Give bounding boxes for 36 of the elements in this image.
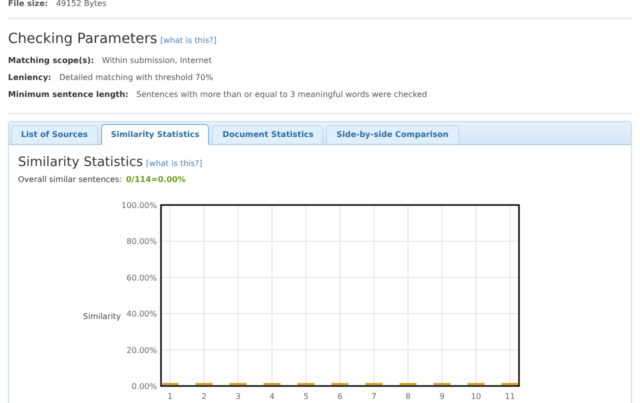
axis-label: 4	[269, 392, 275, 401]
tab[interactable]: Document Statistics	[212, 125, 324, 144]
field-label: File size:	[8, 0, 48, 8]
axis-label: 20.00%	[126, 346, 157, 355]
axis-label: 40.00%	[126, 310, 157, 319]
section-title: Checking Parameters	[8, 30, 158, 49]
field-value: 49152 Bytes	[56, 0, 106, 8]
section-title: Similarity Statistics	[18, 154, 144, 172]
axis-label: 2	[201, 392, 207, 401]
axis-label: 6	[337, 392, 343, 401]
axis-label: 11	[504, 392, 516, 401]
axis-label: 7	[371, 392, 377, 401]
axis-label: 100.00%	[121, 201, 157, 210]
field-label: Leniency:	[8, 72, 52, 84]
axis-label: 3	[235, 392, 241, 401]
axis-label: 0.00%	[132, 382, 157, 391]
axis-label: 8	[405, 392, 411, 401]
axis-title: Similarity	[83, 312, 121, 321]
field-label: Matching scope(s):	[8, 55, 94, 67]
axis-label: 5	[303, 392, 309, 401]
summary-value: 0/114=0.00%	[126, 174, 186, 186]
field-label: Minimum sentence length:	[8, 89, 128, 101]
tab[interactable]: Similarity Statistics	[100, 124, 210, 145]
axis-label: 10	[470, 392, 482, 401]
axis-label: 60.00%	[126, 273, 157, 282]
help-link[interactable]: [what is this?]	[146, 158, 202, 170]
tab[interactable]: List of Sources	[11, 125, 98, 144]
axis-label: 1	[167, 392, 173, 401]
field-value: Within submission, Internet	[102, 55, 212, 67]
field-value: Sentences with more than or equal to 3 meaningful words were checked	[136, 89, 428, 101]
axis-label: 9	[439, 392, 445, 401]
summary-label: Overall similar sentences:	[18, 174, 122, 186]
axis-label: 80.00%	[126, 237, 157, 246]
tab[interactable]: Side-by-side Comparison	[326, 125, 459, 144]
field-value: Detailed matching with threshold 70%	[59, 72, 214, 84]
help-link[interactable]: [what is this?]	[160, 35, 217, 47]
